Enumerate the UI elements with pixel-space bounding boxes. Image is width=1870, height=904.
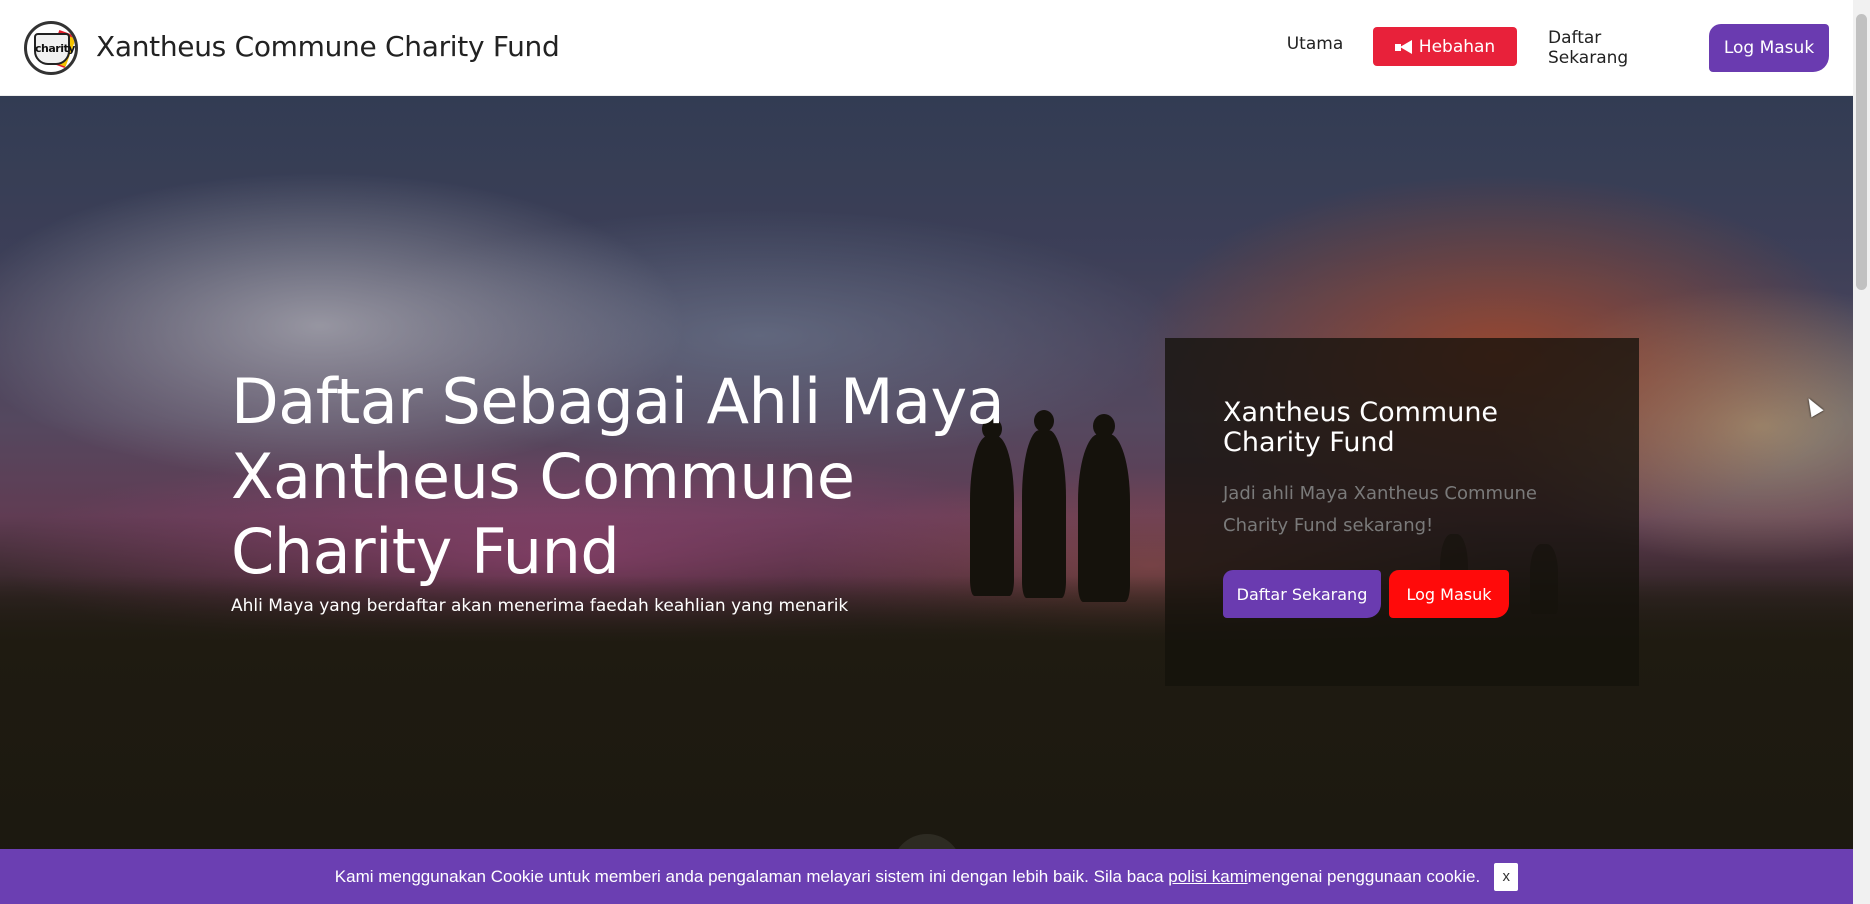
nav-utama[interactable]: Utama [1280, 24, 1350, 64]
site-header: charity Xantheus Commune Charity Fund Ut… [0, 0, 1853, 96]
login-button[interactable]: Log Masuk [1389, 570, 1509, 618]
hero-subtitle: Ahli Maya yang berdaftar akan menerima f… [231, 596, 849, 616]
panel-text: Jadi ahli Maya Xantheus Commune Charity … [1223, 483, 1537, 536]
cookie-text-before: Kami menggunakan Cookie untuk memberi an… [334, 866, 1164, 886]
nav-login-label: Log Masuk [1723, 38, 1815, 58]
site-title[interactable]: Xantheus Commune Charity Fund [96, 30, 560, 63]
logo-word: charity [35, 42, 75, 55]
nav-hebahan-button[interactable]: Hebahan [1373, 27, 1517, 66]
site-logo[interactable]: charity [24, 21, 78, 75]
cookie-close-button[interactable]: x [1494, 862, 1519, 891]
register-button[interactable]: Daftar Sekarang [1223, 570, 1381, 618]
nav-login-button[interactable]: Log Masuk [1709, 24, 1829, 72]
silhouette-person [1078, 434, 1130, 602]
nav-daftar-sekarang[interactable]: Daftar Sekarang [1548, 28, 1678, 68]
silhouette-person [1022, 430, 1066, 598]
nav-utama-label: Utama [1286, 34, 1344, 54]
cookie-bar: Kami menggunakan Cookie untuk memberi an… [0, 849, 1853, 904]
panel-title: Xantheus Commune Charity Fund [1223, 397, 1499, 458]
cookie-policy-link[interactable]: polisi kami [1168, 867, 1247, 887]
megaphone-icon [1394, 40, 1413, 54]
hero-title: Daftar Sebagai Ahli Maya Xantheus Commun… [231, 365, 1005, 588]
hero-section: Daftar Sebagai Ahli Maya Xantheus Commun… [0, 96, 1853, 904]
nav-daftar-label: Daftar Sekarang [1548, 28, 1629, 68]
silhouette-head [1034, 410, 1054, 432]
page-scrollbar[interactable] [1853, 0, 1870, 904]
nav-hebahan-label: Hebahan [1418, 36, 1496, 57]
scrollbar-thumb[interactable] [1856, 14, 1867, 290]
cookie-text-after: mengenai penggunaan cookie. [1247, 866, 1481, 886]
register-panel: Xantheus Commune Charity Fund Jadi ahli … [1165, 338, 1639, 686]
